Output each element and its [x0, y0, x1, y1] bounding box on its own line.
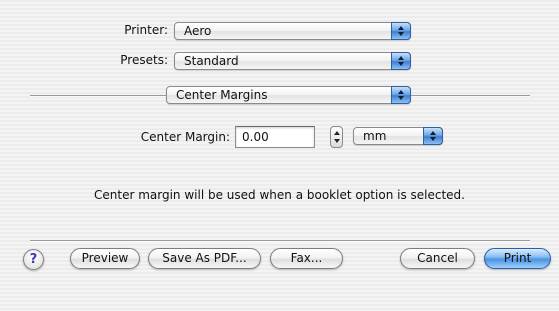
help-button[interactable]: ?	[23, 249, 44, 270]
cancel-button[interactable]: Cancel	[400, 248, 475, 269]
stepper-down-icon	[334, 139, 340, 143]
save-as-pdf-button[interactable]: Save As PDF...	[148, 248, 261, 269]
popup-arrows-icon	[391, 86, 411, 104]
unit-value: mm	[363, 129, 387, 143]
printer-popup[interactable]: Aero	[174, 22, 411, 40]
section-divider-left	[30, 95, 166, 97]
booklet-message: Center margin will be used when a bookle…	[94, 188, 465, 202]
center-margin-label: Center Margin:	[140, 130, 230, 144]
help-icon: ?	[29, 252, 38, 267]
stepper-up-icon	[334, 131, 340, 135]
popup-arrows-icon	[391, 52, 411, 70]
unit-popup[interactable]: mm	[353, 127, 443, 145]
print-button[interactable]: Print	[484, 248, 551, 269]
center-margin-stepper[interactable]	[330, 126, 343, 148]
printer-label: Printer:	[124, 23, 168, 37]
presets-popup[interactable]: Standard	[174, 52, 411, 70]
section-divider-right	[411, 95, 530, 97]
preview-button[interactable]: Preview	[70, 248, 140, 269]
section-value: Center Margins	[176, 88, 268, 102]
presets-value: Standard	[184, 54, 239, 68]
presets-label: Presets:	[120, 53, 168, 67]
popup-arrows-icon	[391, 22, 411, 40]
printer-value: Aero	[184, 24, 212, 38]
fax-button[interactable]: Fax...	[270, 248, 343, 269]
bottom-divider	[30, 240, 530, 242]
section-popup[interactable]: Center Margins	[166, 86, 411, 104]
center-margin-field[interactable]	[235, 126, 315, 148]
popup-arrows-icon	[423, 127, 443, 145]
